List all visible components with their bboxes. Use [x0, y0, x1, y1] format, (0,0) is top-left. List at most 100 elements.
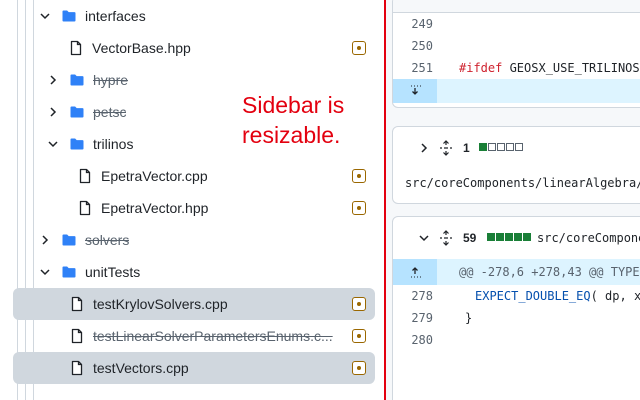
diff-panel: 249 250 251 #ifdef GEOSX_USE_TRILINOS 1 — [386, 0, 640, 400]
folder-icon — [69, 72, 85, 88]
file-path-row: src/coreComponents/linearAlgebra/u — [393, 169, 640, 197]
tree-item-label: EpetraVector.hpp — [101, 200, 209, 216]
line-number: 278 — [411, 289, 433, 303]
file-modified-icon — [352, 41, 366, 55]
hunk-header-row: @@ -278,6 +278,43 @@ TYPED — [393, 259, 640, 285]
tree-file-row[interactable]: EpetraVector.hpp — [0, 192, 384, 224]
file-icon — [77, 200, 93, 216]
folder-icon — [61, 8, 77, 24]
diff-line: 249 — [393, 13, 640, 35]
code-text: } — [465, 311, 473, 325]
line-number: 280 — [411, 333, 433, 347]
tree-item-label: EpetraVector.cpp — [101, 168, 208, 184]
tree-item-label: trilinos — [93, 136, 134, 152]
tree-file-row[interactable]: testLinearSolverParametersEnums.c... — [0, 320, 384, 352]
tree-folder-row[interactable]: unitTests — [0, 256, 384, 288]
folder-icon — [61, 232, 77, 248]
chevron-down-icon[interactable] — [38, 265, 52, 279]
chevron-down-icon[interactable] — [417, 231, 431, 245]
diffstat-empty-block — [488, 143, 496, 151]
expand-up-icon — [411, 267, 421, 278]
tree-item-label: testKrylovSolvers.cpp — [93, 296, 228, 312]
tree-item-label: unitTests — [85, 264, 141, 280]
diff-line: 278 EXPECT_DOUBLE_EQ( dp, x — [393, 285, 640, 307]
file-modified-icon — [352, 361, 366, 375]
code-rest: ( dp, x — [590, 289, 640, 303]
diffstat-blocks — [479, 143, 523, 151]
file-modified-icon — [352, 201, 366, 215]
change-count: 59 — [463, 231, 477, 245]
chevron-right-icon[interactable] — [46, 73, 60, 87]
folder-icon — [69, 104, 85, 120]
file-icon — [68, 40, 84, 56]
expand-up-button[interactable] — [393, 259, 437, 285]
diffstat-added-block — [496, 233, 504, 241]
diffstat-added-block — [505, 233, 513, 241]
expand-down-icon — [411, 85, 421, 95]
file-modified-icon — [352, 169, 366, 183]
resizable-annotation: Sidebar is resizable. — [242, 92, 345, 148]
diffstat-empty-block — [515, 143, 523, 151]
file-icon — [69, 360, 85, 376]
tree-file-row[interactable]: EpetraVector.cpp — [0, 160, 384, 192]
chevron-down-icon[interactable] — [46, 137, 60, 151]
card-header-strip — [393, 0, 640, 13]
diff-line: 250 — [393, 35, 640, 57]
diff-file-card: 249 250 251 #ifdef GEOSX_USE_TRILINOS — [392, 0, 640, 108]
chevron-right-icon[interactable] — [417, 141, 431, 155]
line-number: 249 — [411, 17, 433, 31]
tree-file-row[interactable]: VectorBase.hpp — [0, 32, 384, 64]
tree-item-label: testLinearSolverParametersEnums.c... — [93, 328, 333, 344]
expand-down-button[interactable] — [393, 79, 437, 103]
diff-line: 280 — [393, 329, 640, 351]
file-modified-icon — [352, 329, 366, 343]
tree-file-row[interactable]: testVectors.cpp — [0, 352, 384, 384]
file-icon — [77, 168, 93, 184]
tree-folder-row[interactable]: interfaces — [0, 0, 384, 32]
diffstat-added-block — [479, 143, 487, 151]
tree-item-label: hypre — [93, 72, 129, 88]
expand-row — [393, 79, 640, 103]
diff-line: 251 #ifdef GEOSX_USE_TRILINOS — [393, 57, 640, 79]
code-text: EXPECT_DOUBLE_EQ( dp, x — [475, 285, 640, 307]
tree-folder-row[interactable]: solvers — [0, 224, 384, 256]
tree-item-label: interfaces — [85, 8, 146, 24]
file-icon — [69, 296, 85, 312]
diffstat-empty-block — [506, 143, 514, 151]
unfold-icon[interactable] — [439, 140, 453, 156]
chevron-right-icon[interactable] — [46, 105, 60, 119]
diff-line: 279 } — [393, 307, 640, 329]
tree-file-row[interactable]: testKrylovSolvers.cpp — [0, 288, 384, 320]
tree-item-label: testVectors.cpp — [93, 360, 189, 376]
file-path: src/coreCompone — [537, 231, 640, 245]
tree-item-label: solvers — [85, 232, 130, 248]
file-header[interactable]: 59 src/coreCompone — [393, 217, 640, 259]
selection-highlight — [13, 352, 375, 384]
diffstat-blocks — [487, 233, 531, 241]
file-modified-icon — [352, 297, 366, 311]
folder-icon — [61, 264, 77, 280]
code-rest: GEOSX_USE_TRILINOS — [502, 61, 640, 75]
file-header[interactable]: 1 — [393, 127, 640, 169]
function-name: EXPECT_DOUBLE_EQ — [475, 289, 591, 303]
diffstat-empty-block — [497, 143, 505, 151]
chevron-right-icon[interactable] — [38, 233, 52, 247]
file-tree-sidebar: interfaces VectorBase.hpp hypre petsc trilin… — [0, 0, 384, 400]
unfold-icon[interactable] — [439, 230, 453, 246]
line-number: 251 — [411, 61, 433, 75]
tree-item-label: VectorBase.hpp — [92, 40, 191, 56]
diff-file-card: 59 src/coreCompone @@ -278,6 +278,43 @@ … — [392, 216, 640, 400]
diffstat-added-block — [514, 233, 522, 241]
file-path: src/coreComponents/linearAlgebra/u — [405, 176, 640, 190]
folder-icon — [69, 136, 85, 152]
preprocessor-keyword: #ifdef — [459, 61, 503, 75]
diffstat-added-block — [523, 233, 531, 241]
line-number: 279 — [411, 311, 433, 325]
tree-item-label: petsc — [93, 104, 127, 120]
diff-file-card: 1 src/coreComponents/linearAlgebra/u — [392, 126, 640, 204]
code-text: #ifdef GEOSX_USE_TRILINOS — [459, 57, 640, 79]
hunk-header: @@ -278,6 +278,43 @@ TYPED — [459, 265, 640, 279]
change-count: 1 — [463, 141, 470, 155]
chevron-down-icon[interactable] — [38, 9, 52, 23]
file-icon — [69, 328, 85, 344]
